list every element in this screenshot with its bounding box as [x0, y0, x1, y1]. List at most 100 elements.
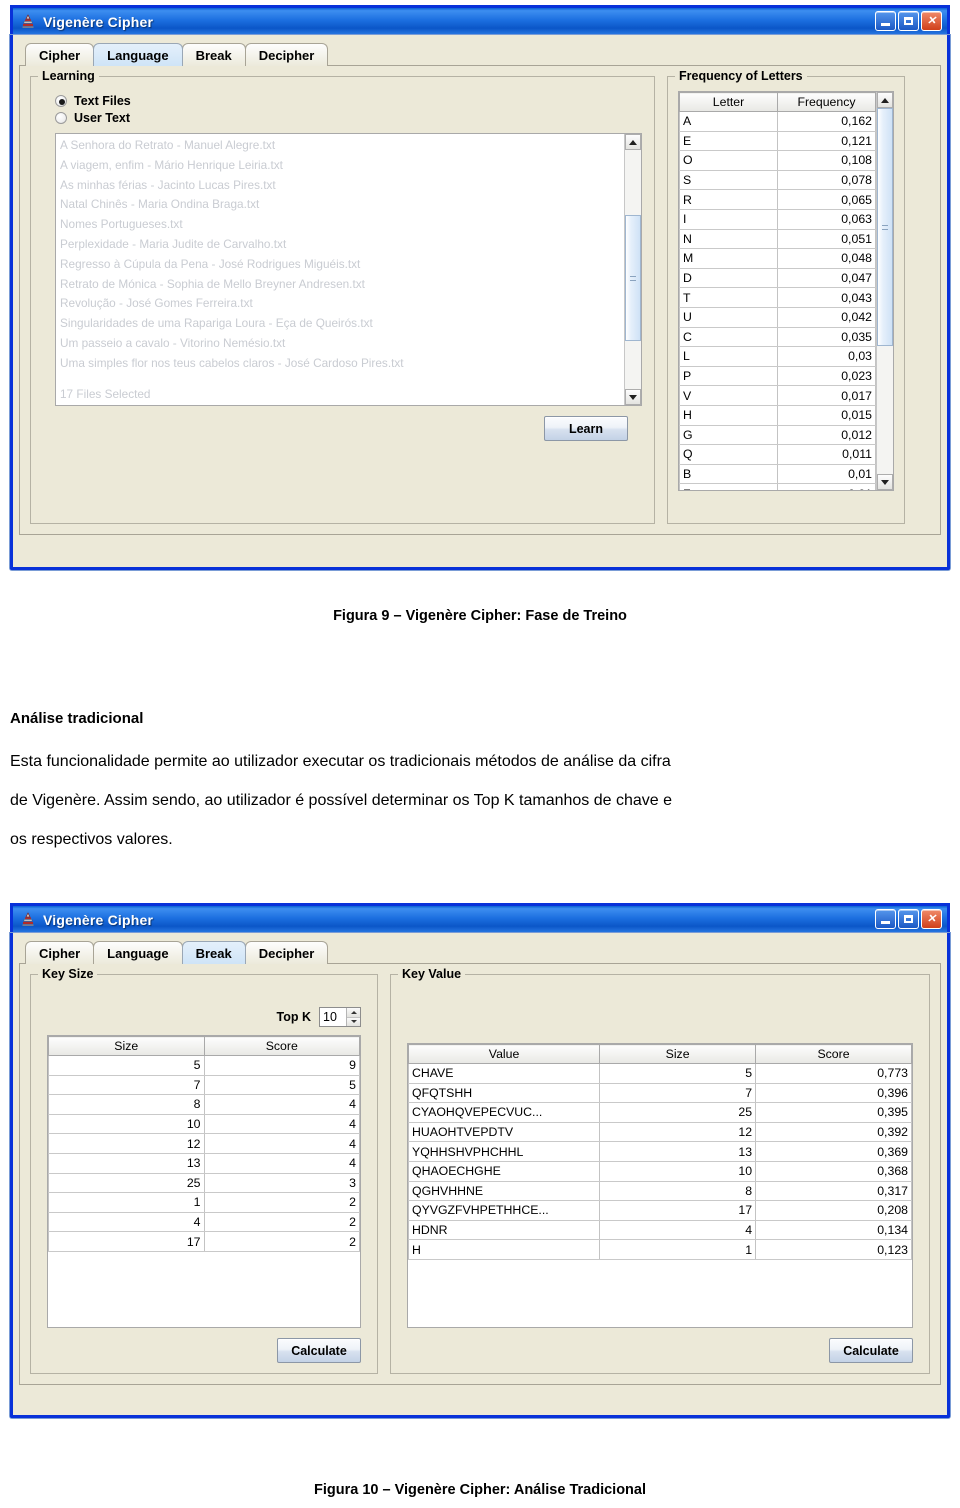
scroll-down-icon[interactable]	[877, 474, 893, 490]
table-row[interactable]: H 0,015	[679, 405, 876, 426]
list-item[interactable]: Uma simples flor nos teus cabelos claros…	[60, 354, 620, 374]
col-size[interactable]: Size	[599, 1044, 757, 1064]
tab-break[interactable]: Break	[181, 941, 246, 964]
table-row[interactable]: E 0,121	[679, 131, 876, 152]
file-list-scrollbar[interactable]	[624, 134, 641, 405]
table-row[interactable]: CHAVE 5 0,773	[407, 1063, 912, 1084]
table-row[interactable]: L 0,03	[679, 346, 876, 367]
table-row[interactable]: HDNR 4 0,134	[407, 1220, 912, 1241]
scroll-up-icon[interactable]	[625, 134, 641, 150]
table-row[interactable]: 75	[48, 1075, 360, 1096]
key-value-calculate-button[interactable]: Calculate	[829, 1338, 913, 1363]
table-row[interactable]: N 0,051	[679, 229, 876, 250]
scroll-up-icon[interactable]	[877, 92, 893, 108]
tab-language[interactable]: Language	[93, 941, 183, 964]
tabbar-filler	[327, 65, 941, 66]
maximize-button[interactable]	[898, 909, 919, 929]
topk-value[interactable]: 10	[320, 1008, 346, 1026]
table-row[interactable]: V 0,017	[679, 385, 876, 406]
table-row[interactable]: O 0,108	[679, 150, 876, 171]
spinner-up-icon[interactable]	[347, 1008, 360, 1018]
table-row[interactable]: 12 4	[48, 1133, 360, 1154]
col-letter[interactable]: Letter	[679, 92, 778, 112]
tabbar-filler	[327, 963, 941, 964]
list-item[interactable]: Nomes Portugueses.txt	[60, 215, 620, 235]
list-item[interactable]: Natal Chinês - Maria Ondina Braga.txt	[60, 195, 620, 215]
tab-decipher[interactable]: Decipher	[244, 941, 329, 964]
list-item[interactable]: Retrato de Mónica - Sophia de Mello Brey…	[60, 275, 620, 295]
list-item[interactable]: A viagem, enfim - Mário Henrique Leiria.…	[60, 156, 620, 176]
list-item[interactable]: Um passeio a cavalo - Vitorino Nemésio.t…	[60, 334, 620, 354]
close-button[interactable]: ✕	[921, 11, 942, 31]
scroll-down-icon[interactable]	[625, 389, 641, 405]
table-row[interactable]: 25 3	[48, 1173, 360, 1194]
col-value[interactable]: Value	[407, 1044, 601, 1064]
col-score[interactable]: Score	[203, 1036, 360, 1056]
list-item[interactable]: Singularidades de uma Rapariga Loura - E…	[60, 314, 620, 334]
table-row[interactable]: B 0,01	[679, 464, 876, 485]
spinner-down-icon[interactable]	[347, 1017, 360, 1026]
table-row[interactable]: QGHVHHNE 8 0,317	[407, 1181, 912, 1202]
list-item[interactable]: As minhas férias - Jacinto Lucas Pires.t…	[60, 176, 620, 196]
table-row[interactable]: 59	[48, 1055, 360, 1076]
window2-titlebar[interactable]: Vigenère Cipher ✕	[10, 903, 950, 933]
table-row[interactable]: S 0,078	[679, 170, 876, 191]
table-row[interactable]: H 1 0,123	[407, 1239, 912, 1260]
tab-decipher[interactable]: Decipher	[244, 43, 329, 66]
scroll-track[interactable]	[625, 150, 641, 389]
table-row[interactable]: D 0,047	[679, 268, 876, 289]
table-row[interactable]: U 0,042	[679, 307, 876, 328]
table-row[interactable]: 42	[48, 1212, 360, 1233]
scroll-thumb[interactable]	[877, 108, 893, 346]
table-row[interactable]: QHAOECHGHE 10 0,368	[407, 1161, 912, 1182]
window1-titlebar[interactable]: Vigenère Cipher ✕	[10, 5, 950, 35]
minimize-button[interactable]	[875, 11, 896, 31]
table-row[interactable]: M 0,048	[679, 248, 876, 269]
scroll-thumb[interactable]	[625, 214, 641, 342]
table-row[interactable]: CYAOHQVEPECVUC... 25 0,395	[407, 1102, 912, 1123]
maximize-button[interactable]	[898, 11, 919, 31]
col-score[interactable]: Score	[755, 1044, 912, 1064]
table-row[interactable]: 12	[48, 1192, 360, 1213]
table-row[interactable]: YQHHSHVPHCHHL 13 0,369	[407, 1141, 912, 1162]
minimize-button[interactable]	[875, 909, 896, 929]
radio-user-text[interactable]: User Text	[55, 111, 644, 125]
close-button[interactable]: ✕	[921, 909, 942, 929]
learn-button[interactable]: Learn	[544, 416, 628, 441]
file-list[interactable]: A Senhora do Retrato - Manuel Alegre.txt…	[56, 134, 624, 405]
table-row[interactable]: HUAOHTVEPDTV 12 0,392	[407, 1122, 912, 1143]
col-frequency[interactable]: Frequency	[777, 92, 876, 112]
table-row[interactable]: QYVGZFVHPETHHCE... 17 0,208	[407, 1200, 912, 1221]
col-size[interactable]: Size	[48, 1036, 205, 1056]
tab-label: Language	[107, 945, 169, 961]
table-row[interactable]: I 0,063	[679, 209, 876, 230]
table-row[interactable]: R 0,065	[679, 189, 876, 210]
table-row[interactable]: F0,01	[679, 483, 876, 490]
key-size-calculate-button[interactable]: Calculate	[277, 1338, 361, 1363]
tab-language[interactable]: Language	[93, 43, 183, 66]
table-row[interactable]: A 0,162	[679, 111, 876, 132]
table-row[interactable]: QFQTSHH 7 0,396	[407, 1083, 912, 1104]
list-item[interactable]: A Senhora do Retrato - Manuel Alegre.txt	[60, 136, 620, 156]
frequency-scrollbar[interactable]	[876, 92, 893, 490]
table-row[interactable]: 10 4	[48, 1114, 360, 1135]
table-row[interactable]: G 0,012	[679, 425, 876, 446]
list-item[interactable]: Perplexidade - Maria Judite de Carvalho.…	[60, 235, 620, 255]
tab-cipher[interactable]: Cipher	[25, 941, 95, 964]
scroll-track[interactable]	[877, 108, 893, 474]
table-row[interactable]: 17 2	[48, 1231, 360, 1252]
table-row[interactable]: T 0,043	[679, 287, 876, 308]
tab-cipher[interactable]: Cipher	[25, 43, 95, 66]
radio-text-files[interactable]: Text Files	[55, 94, 644, 108]
file-listbox[interactable]: A Senhora do Retrato - Manuel Alegre.txt…	[55, 133, 642, 406]
table-row[interactable]: C 0,035	[679, 327, 876, 348]
list-item[interactable]: Regresso à Cúpula da Pena - José Rodrigu…	[60, 255, 620, 275]
table-row[interactable]: 84	[48, 1094, 360, 1115]
table-row[interactable]: Q 0,011	[679, 444, 876, 465]
tab-break[interactable]: Break	[181, 43, 246, 66]
topk-spinner[interactable]: 10	[319, 1007, 361, 1027]
table-row[interactable]: P 0,023	[679, 366, 876, 387]
list-item[interactable]: Revolução - José Gomes Ferreira.txt	[60, 294, 620, 314]
table-row[interactable]: 13 4	[48, 1153, 360, 1174]
spinner-buttons[interactable]	[346, 1008, 360, 1026]
